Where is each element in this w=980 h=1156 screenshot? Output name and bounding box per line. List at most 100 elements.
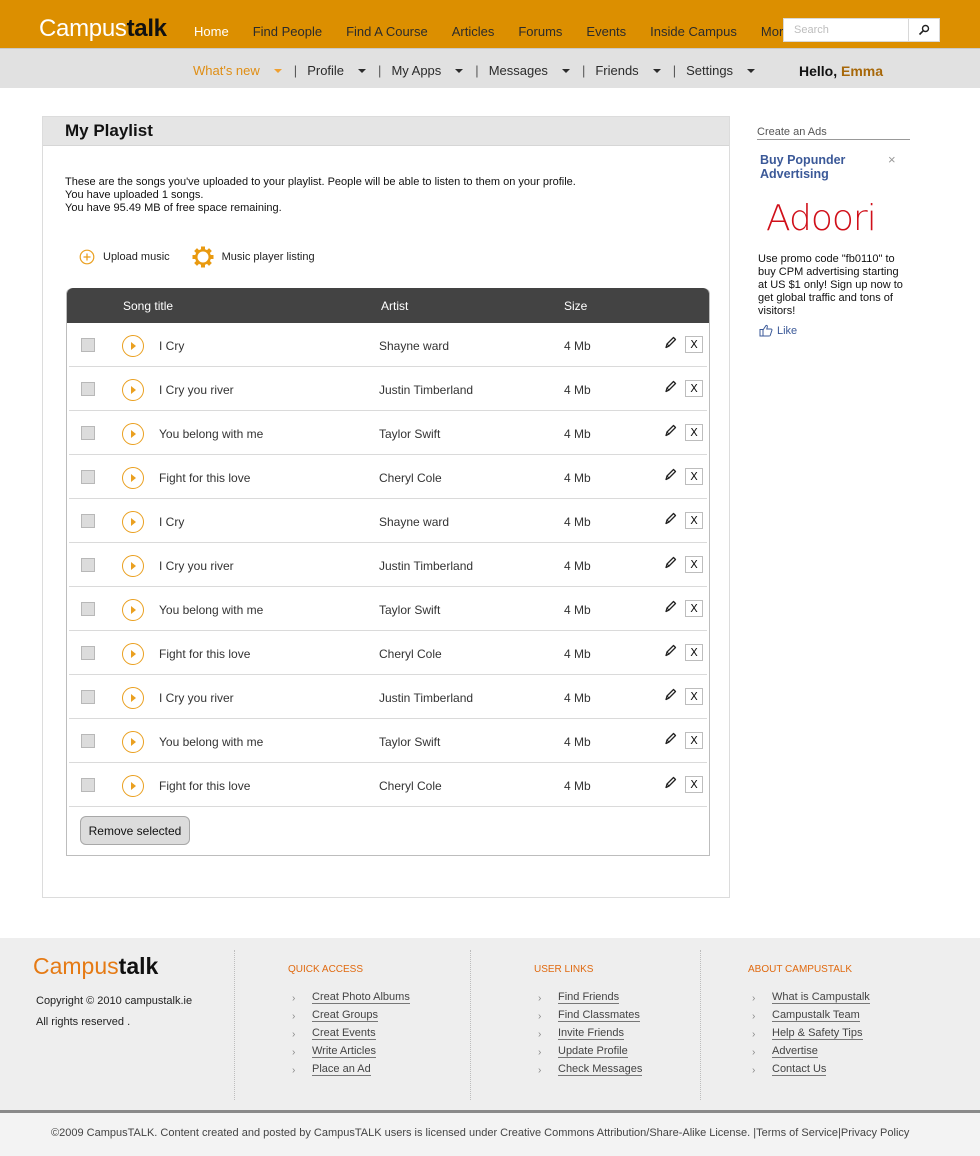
play-icon[interactable]	[122, 775, 144, 797]
footer-link[interactable]: Check Messages	[558, 1064, 643, 1076]
footer-link[interactable]: Advertise	[772, 1046, 818, 1058]
sub-nav: What's new | Profile | My Apps | Message…	[193, 63, 767, 78]
footer-link[interactable]: Write Articles	[312, 1046, 376, 1058]
remove-selected-button[interactable]: Remove selected	[80, 816, 190, 845]
nav-home[interactable]: Home	[182, 24, 241, 39]
song-size: 4 Mb	[564, 427, 591, 441]
delete-button[interactable]: X	[685, 644, 703, 661]
subnav-profile[interactable]: Profile	[307, 63, 378, 78]
song-artist: Cheryl Cole	[379, 779, 442, 793]
nav-inside-campus[interactable]: Inside Campus	[638, 24, 749, 39]
row-checkbox[interactable]	[81, 470, 95, 484]
pencil-icon[interactable]	[663, 380, 677, 394]
pencil-icon[interactable]	[663, 732, 677, 746]
subnav-friends[interactable]: Friends	[595, 63, 672, 78]
footer-link[interactable]: Creat Photo Albums	[312, 992, 410, 1004]
row-checkbox[interactable]	[81, 338, 95, 352]
song-size: 4 Mb	[564, 515, 591, 529]
delete-button[interactable]: X	[685, 512, 703, 529]
create-ads-link[interactable]: Create an Ads	[757, 126, 910, 140]
footer-link[interactable]: Update Profile	[558, 1046, 628, 1058]
privacy-policy-link[interactable]: Privacy Policy	[841, 1127, 909, 1139]
footer-link[interactable]: Campustalk Team	[772, 1010, 860, 1022]
footer-link[interactable]: What is Campustalk	[772, 992, 870, 1004]
subnav-settings[interactable]: Settings	[686, 63, 767, 78]
separator: |	[378, 63, 382, 78]
footer-link[interactable]: Find Friends	[558, 992, 620, 1004]
song-artist: Shayne ward	[379, 515, 450, 529]
pencil-icon[interactable]	[663, 424, 677, 438]
footer-link[interactable]: Help & Safety Tips	[772, 1028, 863, 1040]
nav-events[interactable]: Events	[574, 24, 638, 39]
nav-forums[interactable]: Forums	[506, 24, 574, 39]
song-artist: Taylor Swift	[379, 603, 441, 617]
pencil-icon[interactable]	[663, 688, 677, 702]
row-checkbox[interactable]	[81, 734, 95, 748]
delete-button[interactable]: X	[685, 424, 703, 441]
table-row: You belong with me Taylor Swift 4 Mb X	[69, 587, 707, 631]
play-icon[interactable]	[122, 599, 144, 621]
subnav-whats-new[interactable]: What's new	[193, 63, 294, 78]
search-button[interactable]	[908, 19, 939, 41]
search-input[interactable]	[784, 19, 908, 41]
pencil-icon[interactable]	[663, 556, 677, 570]
play-icon[interactable]	[122, 643, 144, 665]
play-icon[interactable]	[122, 467, 144, 489]
row-checkbox[interactable]	[81, 602, 95, 616]
close-icon[interactable]: ×	[888, 152, 896, 167]
delete-button[interactable]: X	[685, 600, 703, 617]
subnav-my-apps[interactable]: My Apps	[391, 63, 475, 78]
music-player-listing-link[interactable]: Music player listing	[192, 246, 315, 268]
play-icon[interactable]	[122, 687, 144, 709]
pencil-icon[interactable]	[663, 512, 677, 526]
row-checkbox[interactable]	[81, 778, 95, 792]
delete-button[interactable]: X	[685, 380, 703, 397]
row-checkbox[interactable]	[81, 646, 95, 660]
user-name-link[interactable]: Emma	[841, 63, 883, 79]
row-checkbox[interactable]	[81, 426, 95, 440]
row-checkbox[interactable]	[81, 558, 95, 572]
play-icon[interactable]	[122, 379, 144, 401]
play-icon[interactable]	[122, 555, 144, 577]
pencil-icon[interactable]	[663, 644, 677, 658]
delete-button[interactable]: X	[685, 556, 703, 573]
ad-logo[interactable]: Adoori	[766, 199, 910, 239]
row-checkbox[interactable]	[81, 690, 95, 704]
play-icon[interactable]	[122, 335, 144, 357]
delete-button[interactable]: X	[685, 688, 703, 705]
row-checkbox[interactable]	[81, 382, 95, 396]
song-artist: Justin Timberland	[379, 559, 474, 573]
nav-articles[interactable]: Articles	[440, 24, 507, 39]
play-icon[interactable]	[122, 731, 144, 753]
footer-link[interactable]: Creat Groups	[312, 1010, 379, 1022]
chevron-right-icon: ›	[292, 992, 296, 1004]
song-size: 4 Mb	[564, 779, 591, 793]
subnav-messages[interactable]: Messages	[489, 63, 582, 78]
uploaded-count: You have uploaded 1 songs.	[65, 189, 204, 201]
footer-link-item: › Find Classmates	[534, 1007, 642, 1025]
footer-link[interactable]: Place an Ad	[312, 1064, 371, 1076]
upload-music-link[interactable]: Upload music	[79, 249, 170, 265]
pencil-icon[interactable]	[663, 776, 677, 790]
terms-of-service-link[interactable]: Terms of Service	[756, 1127, 838, 1139]
delete-button[interactable]: X	[685, 468, 703, 485]
footer-link[interactable]: Invite Friends	[558, 1028, 625, 1040]
footer-link[interactable]: Contact Us	[772, 1064, 827, 1076]
nav-find-a-course[interactable]: Find A Course	[334, 24, 440, 39]
site-logo[interactable]: Campustalk	[39, 15, 167, 43]
row-checkbox[interactable]	[81, 514, 95, 528]
delete-button[interactable]: X	[685, 776, 703, 793]
play-icon[interactable]	[122, 423, 144, 445]
nav-find-people[interactable]: Find People	[241, 24, 334, 39]
footer-link[interactable]: Creat Events	[312, 1028, 376, 1040]
pencil-icon[interactable]	[663, 600, 677, 614]
ad-headline[interactable]: Buy Popunder Advertising	[757, 153, 877, 181]
delete-button[interactable]: X	[685, 336, 703, 353]
column-artist: Artist	[381, 299, 409, 313]
pencil-icon[interactable]	[663, 336, 677, 350]
pencil-icon[interactable]	[663, 468, 677, 482]
like-button[interactable]: Like	[759, 324, 910, 337]
footer-link[interactable]: Find Classmates	[558, 1010, 640, 1022]
play-icon[interactable]	[122, 511, 144, 533]
delete-button[interactable]: X	[685, 732, 703, 749]
